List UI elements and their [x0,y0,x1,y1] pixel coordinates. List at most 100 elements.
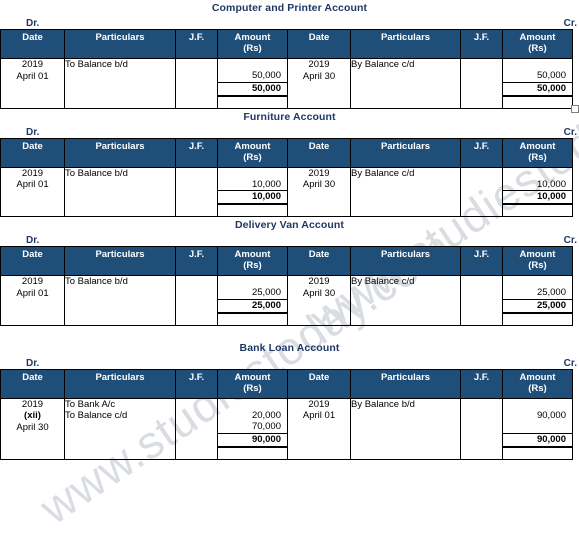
cell-particulars-debit: To Balance b/d [64,275,176,325]
amount-entries: 50,000 [503,59,572,82]
date-line: April 01 [16,287,49,299]
cell-amount-debit: 20,000 70,000 90,000 [217,398,288,459]
amount-total: 90,000 [218,432,287,447]
amount-stack: 20,000 70,000 90,000 [218,399,287,459]
amount-total: 10,000 [218,190,287,204]
amount-line: 10,000 [536,178,566,190]
cell-jf-debit [175,275,218,325]
cell-amount-debit: 50,000 50,000 [217,58,288,108]
column-header-jf-debit: J.F. [175,29,218,59]
ledger-page: Computer and Printer Account Dr. Cr. Date Pa… [0,0,579,460]
ledger-table: Date Particulars J.F. Amount (Rs) Date Particu… [0,29,573,109]
amount-entries: 50,000 [218,59,287,82]
header-label: Date [22,32,43,43]
debit-credit-labels: Dr. Cr. [0,15,579,29]
amount-stack: 10,000 10,000 [503,168,572,217]
header-label: J.F. [473,249,490,260]
amount-stack: 10,000 10,000 [218,168,287,217]
amount-tail [218,207,287,216]
header-label: Particulars [380,371,431,383]
debit-label: Dr. [26,235,40,246]
table-header-row: Date Particulars J.F. Amount (Rs) Date Particu… [0,137,573,168]
table-row: 2019 April 01 To Balance b/d 10,000 10,000 20… [0,167,573,217]
account-block: Computer and Printer Account Dr. Cr. Date Pa… [0,0,579,113]
amount-line: 50,000 [536,70,566,81]
cell-jf-credit [460,167,503,217]
header-label: Particulars [95,32,145,43]
header-label: Date [22,140,43,152]
cell-date-credit: 2019 April 01 [287,398,351,459]
cell-date-credit: 2019 April 30 [287,58,351,108]
cell-amount-credit: 25,000 25,000 [502,275,573,325]
amount-line: 70,000 [251,421,281,432]
column-header-amount-debit: Amount (Rs) [217,368,288,399]
header-label: Date [308,32,330,43]
date-line: April 30 [302,70,336,82]
amount-entries: 10,000 [503,168,572,191]
account-title: Computer and Printer Account [211,2,368,14]
header-label: J.F. [188,249,205,260]
column-header-particulars-credit: Particulars [350,29,461,59]
amount-stack: 50,000 50,000 [503,59,572,108]
amount-entries: 25,000 [503,276,572,299]
amount-tail [218,316,287,325]
amount-tail [503,99,572,108]
amount-line: 90,000 [536,409,566,421]
header-label: Date [308,249,330,260]
header-label: Particulars [95,140,145,152]
date-line: April 01 [16,179,49,190]
credit-label: Cr. [563,18,577,29]
amount-tail [218,450,287,459]
table-row: 2019 April 01 To Balance b/d 50,000 50,000 20… [0,58,573,108]
date-line: April 01 [302,410,336,421]
header-sublabel: (Rs) [528,43,547,54]
column-header-date-debit: Date [0,29,65,59]
header-label: Amount [234,371,271,383]
header-sublabel: (Rs) [243,260,262,271]
table-header-row: Date Particulars J.F. Amount (Rs) Date Particu… [0,368,573,399]
column-header-particulars-debit: Particulars [64,137,176,168]
cell-particulars-debit: To Bank A/c To Balance c/d [64,398,176,459]
column-header-date-credit: Date [287,246,351,276]
date-line: April 01 [16,70,49,82]
cell-jf-credit [460,398,503,459]
cell-amount-credit: 90,000 90,000 [502,398,573,459]
amount-total: 25,000 [503,298,572,313]
column-header-amount-credit: Amount (Rs) [502,29,573,59]
header-label: Date [22,249,43,260]
amount-line: 20,000 [251,409,281,421]
header-label: J.F. [473,140,490,152]
particulars-line: By Balance c/d [351,276,415,287]
header-label: Date [308,140,330,152]
date-line: 2019 [21,276,44,287]
ledger-table: Date Particulars J.F. Amount (Rs) Date Particu… [0,137,573,217]
column-header-amount-debit: Amount (Rs) [217,29,288,59]
cell-particulars-credit: By Balance b/d [350,398,461,459]
account-block: Delivery Van Account Dr. Cr. Date Particular… [0,217,579,326]
cell-amount-credit: 10,000 10,000 [502,167,573,217]
debit-credit-labels: Dr. Cr. [0,124,579,138]
column-header-particulars-credit: Particulars [350,368,461,399]
column-header-date-debit: Date [0,246,65,276]
amount-entries: 20,000 70,000 [218,399,287,433]
header-sublabel: (Rs) [243,151,262,163]
credit-label: Cr. [563,126,577,138]
amount-stack: 50,000 50,000 [218,59,287,108]
table-header-row: Date Particulars J.F. Amount (Rs) Date Particu… [0,29,573,59]
particulars-line: To Bank A/c [65,398,116,410]
column-header-amount-credit: Amount (Rs) [502,368,573,399]
header-label: Amount [234,32,271,43]
header-sublabel: (Rs) [243,43,262,54]
account-block: Bank Loan Account Dr. Cr. Date Particulars J.… [0,326,579,460]
header-label: Amount [234,249,271,260]
column-header-particulars-debit: Particulars [64,368,176,399]
column-header-jf-debit: J.F. [175,368,218,399]
amount-total: 50,000 [218,81,287,96]
cell-amount-debit: 10,000 10,000 [217,167,288,217]
column-header-jf-credit: J.F. [460,137,503,168]
cell-jf-credit [460,58,503,108]
debit-credit-labels: Dr. Cr. [0,232,579,246]
header-label: J.F. [188,140,205,152]
header-label: Particulars [95,249,145,260]
column-header-amount-credit: Amount (Rs) [502,246,573,276]
